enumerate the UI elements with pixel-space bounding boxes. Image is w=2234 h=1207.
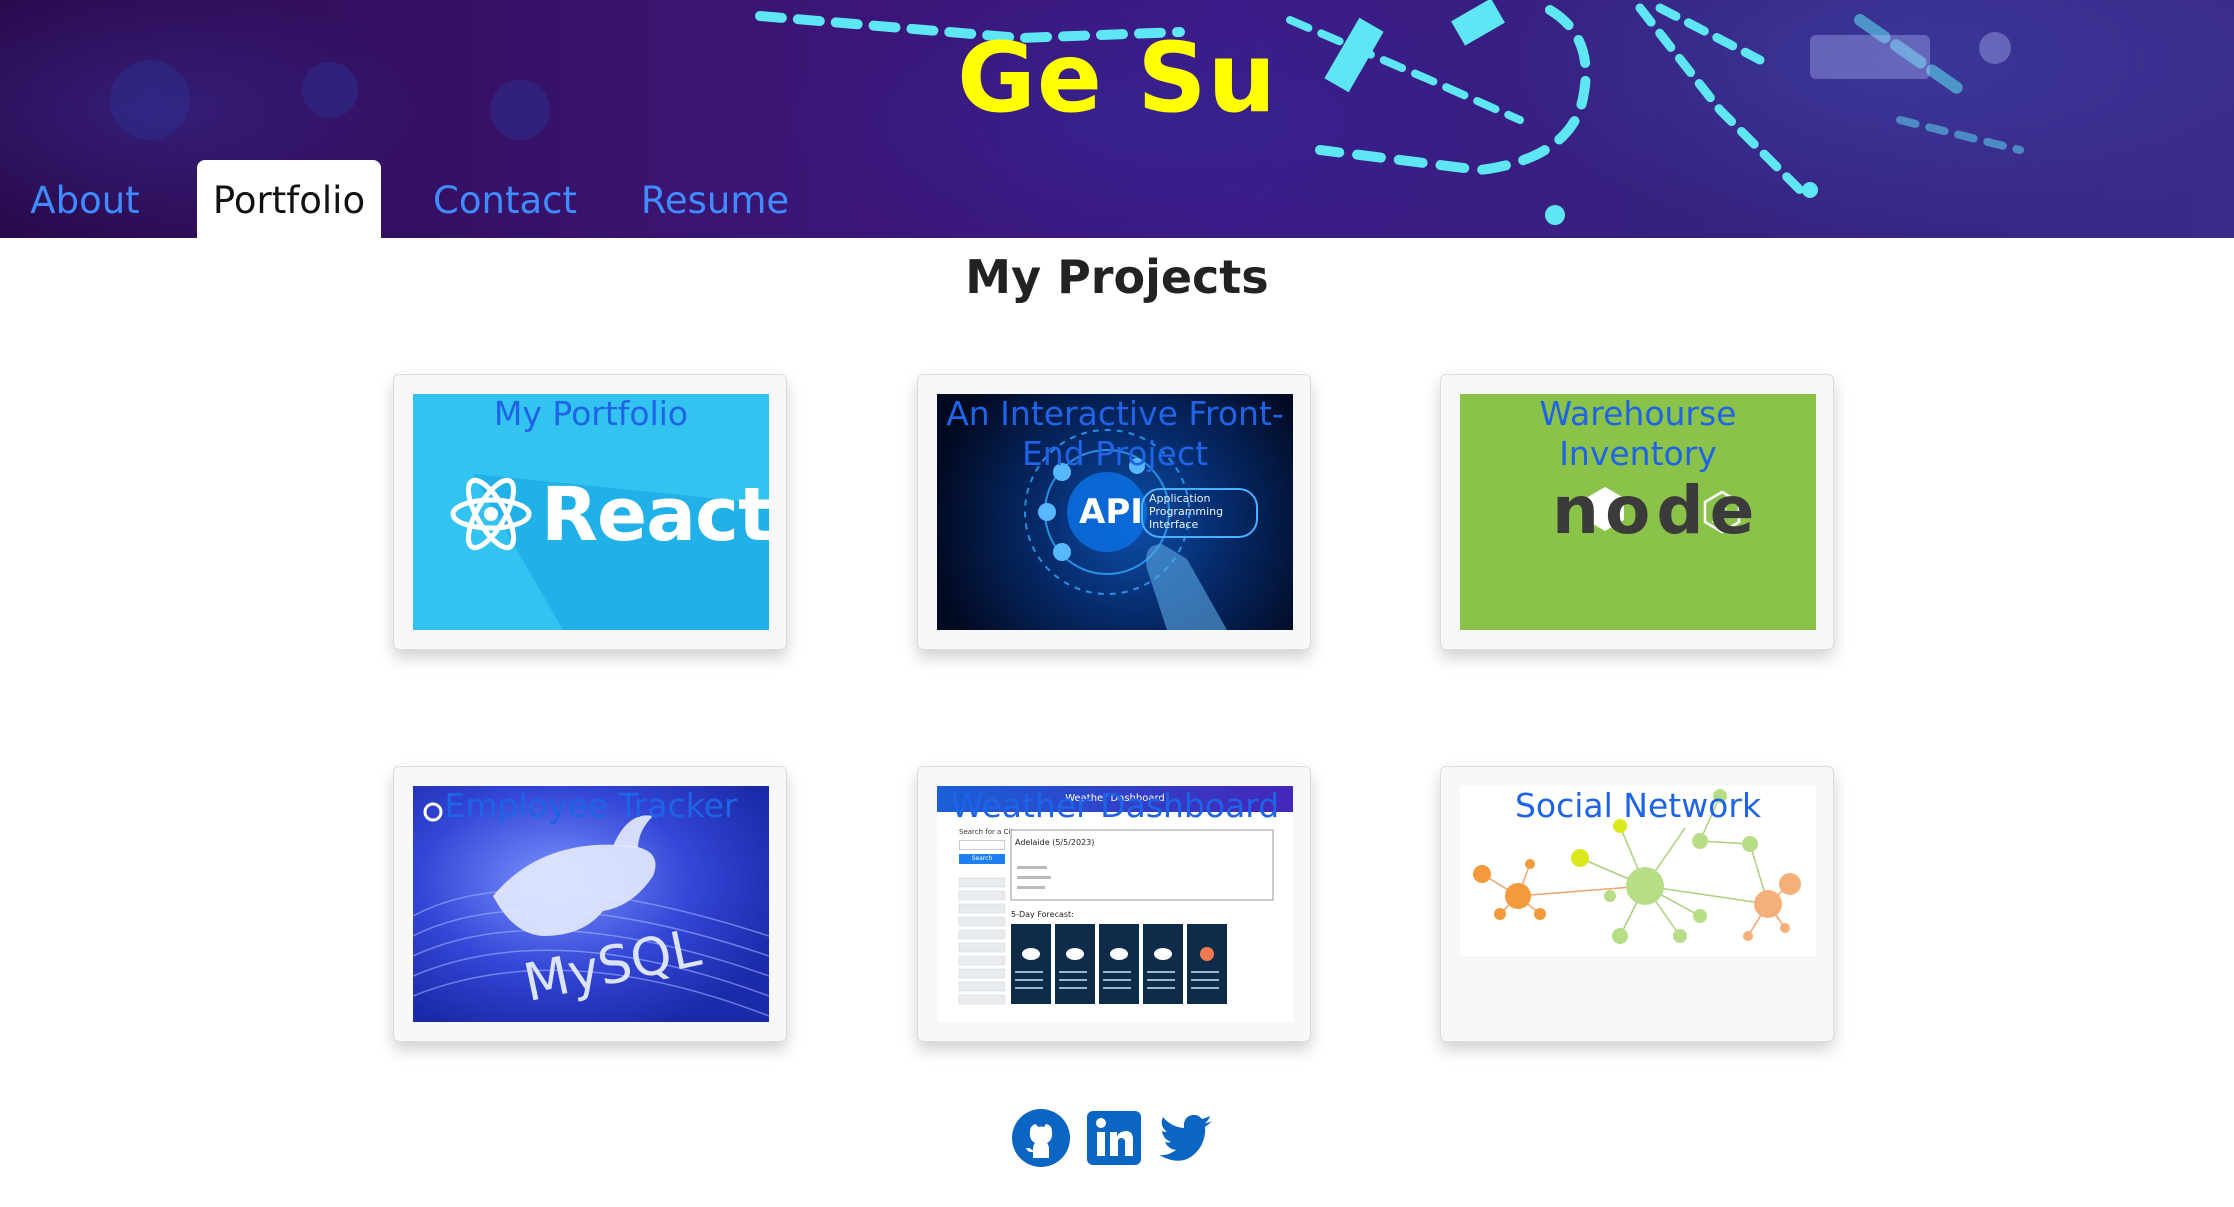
project-card-warehouse[interactable]: JS node Warehourse Inventory: [1440, 374, 1834, 650]
node-wordmark: node: [1552, 472, 1761, 549]
twitter-icon[interactable]: [1156, 1108, 1216, 1168]
project-card-weather[interactable]: Weather Dashboard Search for a City: Sea…: [917, 766, 1311, 1042]
project-card-portfolio[interactable]: React My Portfolio: [393, 374, 787, 650]
project-title[interactable]: Weather Dashboard: [937, 786, 1293, 826]
api-label: API: [1079, 492, 1143, 532]
project-title[interactable]: Social Network: [1460, 786, 1816, 826]
project-title[interactable]: My Portfolio: [413, 394, 769, 434]
linkedin-icon[interactable]: [1084, 1108, 1144, 1168]
project-card-employee-tracker[interactable]: MySQL Employee Tracker: [393, 766, 787, 1042]
weather-city-label: Adelaide (5/5/2023): [1015, 838, 1095, 847]
weather-screenshot-image: Weather Dashboard Search for a City: Sea…: [937, 786, 1293, 1022]
nav-about[interactable]: About: [20, 160, 150, 238]
mysql-dolphin-image: MySQL Employee Tracker: [413, 786, 769, 1022]
nav-contact[interactable]: Contact: [430, 160, 580, 238]
project-title[interactable]: Warehourse Inventory: [1460, 394, 1816, 474]
api-hand-image: API Application Programming Interface An…: [937, 394, 1293, 630]
project-title[interactable]: Employee Tracker: [413, 786, 769, 826]
page-title: My Projects: [965, 250, 1269, 304]
site-title: Ge Su: [957, 22, 1277, 134]
react-logo-icon: React My Portfolio: [413, 394, 769, 630]
nodejs-logo-icon: JS node Warehourse Inventory: [1460, 394, 1816, 630]
nav-resume[interactable]: Resume: [640, 160, 790, 238]
react-wordmark: React: [541, 472, 769, 558]
weather-forecast-label: 5-Day Forecast:: [1011, 910, 1074, 919]
nav-portfolio[interactable]: Portfolio: [197, 160, 381, 238]
project-title[interactable]: An Interactive Front-End Project: [937, 394, 1293, 474]
network-graph-image: Social Network: [1460, 786, 1816, 956]
project-card-social-network[interactable]: Social Network: [1440, 766, 1834, 1042]
site-header: Ge Su About Portfolio Contact Resume: [0, 0, 2234, 238]
project-card-frontend[interactable]: API Application Programming Interface An…: [917, 374, 1311, 650]
github-icon[interactable]: [1011, 1108, 1071, 1168]
api-caption: Application Programming Interface: [1149, 492, 1224, 531]
